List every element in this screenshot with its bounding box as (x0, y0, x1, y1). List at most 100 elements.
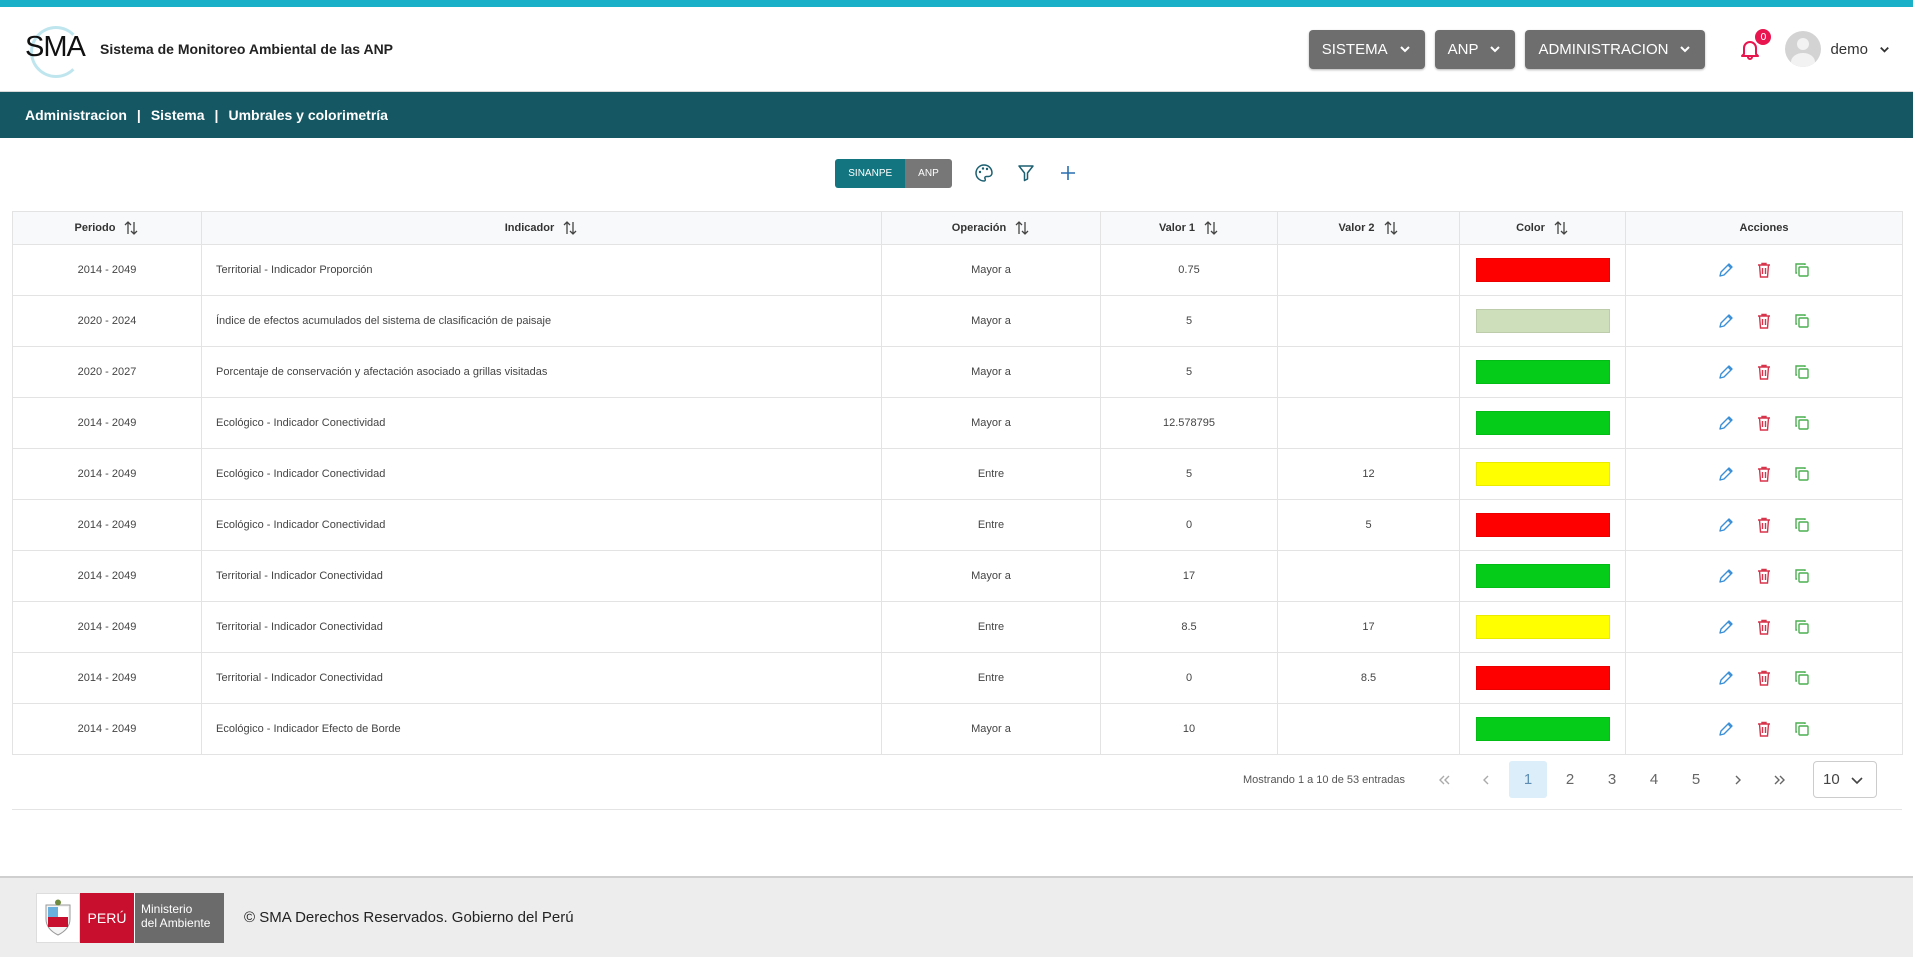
copy-icon[interactable] (1791, 310, 1813, 332)
delete-icon[interactable] (1753, 565, 1775, 587)
app-title: Sistema de Monitoreo Ambiental de las AN… (100, 41, 394, 57)
sort-icon[interactable] (1383, 220, 1399, 236)
cell-valor1: 0 (1100, 499, 1278, 551)
table-row: 2014 - 2049 Territorial - Indicador Conec… (12, 601, 1903, 653)
sort-icon[interactable] (123, 220, 139, 236)
first-page-button[interactable] (1425, 761, 1463, 798)
cell-indicador: Territorial - Indicador Proporción (201, 244, 882, 296)
cell-valor2: 8.5 (1277, 652, 1460, 704)
sort-icon[interactable] (1553, 220, 1569, 236)
cell-color (1459, 550, 1626, 602)
notifications-button[interactable]: 0 (1735, 29, 1772, 64)
edit-icon[interactable] (1715, 616, 1737, 638)
edit-icon[interactable] (1715, 412, 1737, 434)
sort-icon[interactable] (562, 220, 578, 236)
last-page-button[interactable] (1761, 761, 1799, 798)
table-row: 2020 - 2024 Índice de efectos acumulados … (12, 295, 1903, 347)
cell-indicador: Índice de efectos acumulados del sistema… (201, 295, 882, 347)
segment-anp[interactable]: ANP (905, 158, 952, 188)
cell-valor1: 17 (1100, 550, 1278, 602)
delete-icon[interactable] (1753, 259, 1775, 281)
add-icon[interactable] (1058, 163, 1078, 183)
user-menu[interactable]: demo (1785, 31, 1891, 67)
menu-administracion-button[interactable]: ADMINISTRACION (1525, 29, 1706, 69)
cell-acciones (1625, 703, 1903, 755)
column-header-acciones: Acciones (1625, 211, 1903, 245)
cell-acciones (1625, 601, 1903, 653)
cell-periodo: 2020 - 2024 (12, 295, 202, 347)
color-swatch (1475, 717, 1610, 741)
edit-icon[interactable] (1715, 310, 1737, 332)
delete-icon[interactable] (1753, 718, 1775, 740)
copy-icon[interactable] (1791, 259, 1813, 281)
next-page-button[interactable] (1719, 761, 1757, 798)
delete-icon[interactable] (1753, 514, 1775, 536)
double-chevron-right-icon (1774, 775, 1785, 784)
copy-icon[interactable] (1791, 565, 1813, 587)
delete-icon[interactable] (1753, 310, 1775, 332)
table-row: 2014 - 2049 Territorial - Indicador Conec… (12, 550, 1903, 602)
cell-color (1459, 295, 1626, 347)
prev-page-button[interactable] (1467, 761, 1505, 798)
cell-operacion: Entre (881, 601, 1101, 653)
breadcrumb: Administracion | Sistema | Umbrales y co… (0, 92, 1913, 138)
page-button-1[interactable]: 1 (1509, 761, 1547, 798)
breadcrumb-administracion[interactable]: Administracion (25, 107, 127, 123)
logo-mark: SMA (22, 22, 86, 78)
cell-color (1459, 601, 1626, 653)
coat-of-arms-icon (36, 892, 80, 943)
ministry-label: Ministerio del Ambiente (134, 892, 224, 943)
delete-icon[interactable] (1753, 361, 1775, 383)
sort-icon[interactable] (1014, 220, 1030, 236)
table-row: 2014 - 2049 Ecológico - Indicador Efecto … (12, 703, 1903, 755)
column-header-indicador[interactable]: Indicador (201, 211, 882, 245)
copy-icon[interactable] (1791, 463, 1813, 485)
rows-per-page-select[interactable]: 10 (1813, 761, 1877, 798)
edit-icon[interactable] (1715, 565, 1737, 587)
copy-icon[interactable] (1791, 361, 1813, 383)
delete-icon[interactable] (1753, 616, 1775, 638)
scope-toggle: SINANPE ANP (835, 158, 952, 188)
edit-icon[interactable] (1715, 259, 1737, 281)
cell-periodo: 2014 - 2049 (12, 703, 202, 755)
page-button-2[interactable]: 2 (1551, 761, 1589, 798)
copy-icon[interactable] (1791, 667, 1813, 689)
table-toolbar: SINANPE ANP (0, 158, 1913, 188)
segment-sinanpe[interactable]: SINANPE (835, 158, 906, 188)
copy-icon[interactable] (1791, 514, 1813, 536)
pagination: Mostrando 1 a 10 de 53 entradas 1 2 3 4 … (1243, 761, 1877, 798)
copy-icon[interactable] (1791, 718, 1813, 740)
page-button-4[interactable]: 4 (1635, 761, 1673, 798)
copy-icon[interactable] (1791, 412, 1813, 434)
edit-icon[interactable] (1715, 361, 1737, 383)
menu-anp-button[interactable]: ANP (1434, 29, 1516, 69)
column-header-operacion[interactable]: Operación (881, 211, 1101, 245)
delete-icon[interactable] (1753, 667, 1775, 689)
page-button-5[interactable]: 5 (1677, 761, 1715, 798)
breadcrumb-sistema[interactable]: Sistema (151, 107, 205, 123)
page-button-3[interactable]: 3 (1593, 761, 1631, 798)
edit-icon[interactable] (1715, 718, 1737, 740)
palette-icon[interactable] (974, 163, 994, 183)
delete-icon[interactable] (1753, 412, 1775, 434)
cell-acciones (1625, 652, 1903, 704)
sort-icon[interactable] (1203, 220, 1219, 236)
table-header-row: Periodo Indicador Operación Valor 1 Valo… (12, 211, 1903, 245)
column-header-periodo[interactable]: Periodo (12, 211, 202, 245)
menu-sistema-button[interactable]: SISTEMA (1308, 29, 1425, 69)
copy-icon[interactable] (1791, 616, 1813, 638)
cell-indicador: Ecológico - Indicador Efecto de Borde (201, 703, 882, 755)
filter-icon[interactable] (1016, 163, 1036, 183)
edit-icon[interactable] (1715, 667, 1737, 689)
column-header-valor2[interactable]: Valor 2 (1277, 211, 1460, 245)
breadcrumb-umbrales[interactable]: Umbrales y colorimetría (228, 107, 388, 123)
pagination-info: Mostrando 1 a 10 de 53 entradas (1242, 773, 1405, 786)
delete-icon[interactable] (1753, 463, 1775, 485)
edit-icon[interactable] (1715, 463, 1737, 485)
cell-valor1: 10 (1100, 703, 1278, 755)
sma-logo[interactable]: SMA Sistema de Monitoreo Ambiental de la… (22, 22, 394, 78)
cell-operacion: Entre (881, 499, 1101, 551)
column-header-valor1[interactable]: Valor 1 (1100, 211, 1278, 245)
column-header-color[interactable]: Color (1459, 211, 1626, 245)
edit-icon[interactable] (1715, 514, 1737, 536)
